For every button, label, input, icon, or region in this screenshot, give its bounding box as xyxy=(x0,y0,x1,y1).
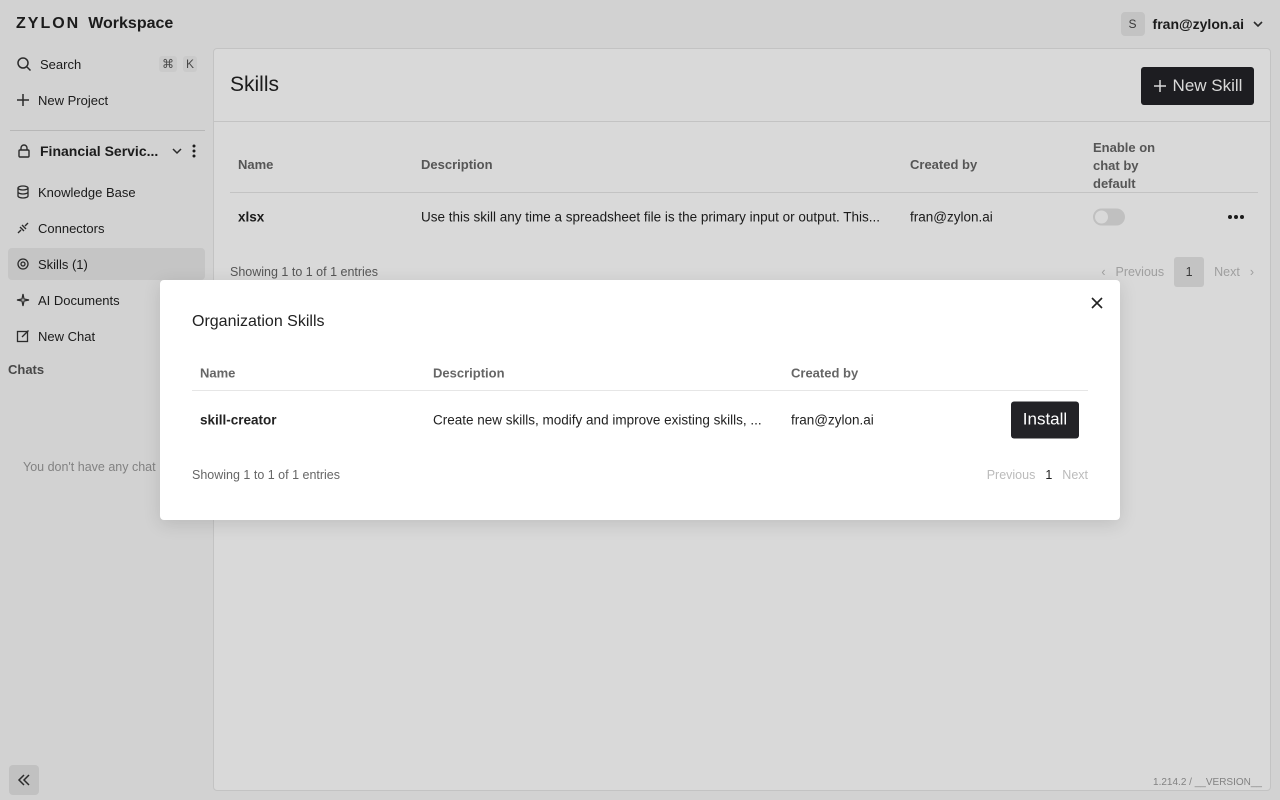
skill-creator-email: fran@zylon.ai xyxy=(791,412,874,427)
table-row: skill-creator Create new skills, modify … xyxy=(192,391,1088,448)
dialog-title: Organization Skills xyxy=(192,313,325,330)
skill-name: skill-creator xyxy=(200,412,277,427)
column-description: Description xyxy=(433,365,505,381)
column-name: Name xyxy=(200,365,236,381)
previous-page-button[interactable]: Previous xyxy=(987,468,1036,482)
pagination: Previous 1 Next xyxy=(987,468,1088,482)
column-created-by: Created by xyxy=(791,365,859,381)
close-icon[interactable] xyxy=(1088,294,1106,312)
entries-summary: Showing 1 to 1 of 1 entries xyxy=(192,468,341,482)
next-page-button[interactable]: Next xyxy=(1062,468,1088,482)
org-skills-table: Name Description Created by skill-creato… xyxy=(192,356,1088,448)
install-button[interactable]: Install xyxy=(1011,401,1079,438)
table-header: Name Description Created by xyxy=(192,356,1088,391)
skill-description: Create new skills, modify and improve ex… xyxy=(433,412,762,427)
organization-skills-dialog: Organization Skills Name Description Cre… xyxy=(160,280,1120,520)
page-number[interactable]: 1 xyxy=(1045,468,1052,482)
